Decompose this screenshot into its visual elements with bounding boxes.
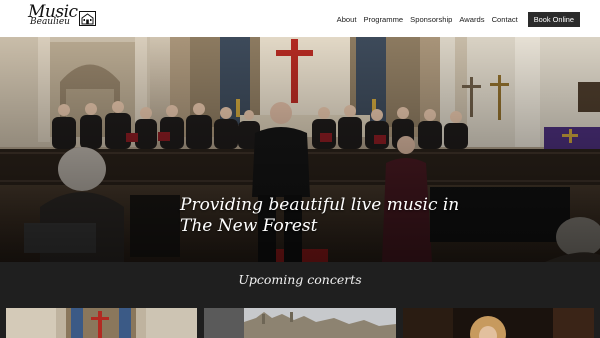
section-title: Upcoming concerts [238, 272, 362, 287]
hero-title-line-1: Providing beautiful live music in [180, 195, 460, 215]
site-header: Music Beaulieu About Programme Sponsorsh… [0, 0, 600, 37]
book-online-button[interactable]: Book Online [527, 12, 580, 27]
concert-card-image [6, 308, 197, 338]
nav-item-contact[interactable]: Contact [492, 15, 518, 24]
site-logo[interactable]: Music Beaulieu [28, 2, 98, 31]
hero-title: Providing beautiful live music in The Ne… [180, 195, 480, 237]
main-nav: About Programme Sponsorship Awards Conta… [337, 12, 580, 27]
nav-item-awards[interactable]: Awards [459, 15, 484, 24]
nav-item-sponsorship[interactable]: Sponsorship [410, 15, 452, 24]
concert-card-image [204, 308, 396, 338]
hero-banner: Providing beautiful live music in The Ne… [0, 37, 600, 262]
concert-card[interactable] [6, 308, 197, 338]
upcoming-concerts-section: Upcoming concerts [0, 262, 600, 338]
concert-card[interactable] [204, 308, 396, 338]
hero-title-line-2: The New Forest [180, 216, 318, 236]
logo-text-beaulieu: Beaulieu [30, 17, 70, 27]
nav-item-programme[interactable]: Programme [363, 15, 403, 24]
concert-card[interactable] [403, 308, 594, 338]
concert-card-image [403, 308, 594, 338]
nav-item-about[interactable]: About [337, 15, 357, 24]
church-icon [79, 11, 96, 26]
